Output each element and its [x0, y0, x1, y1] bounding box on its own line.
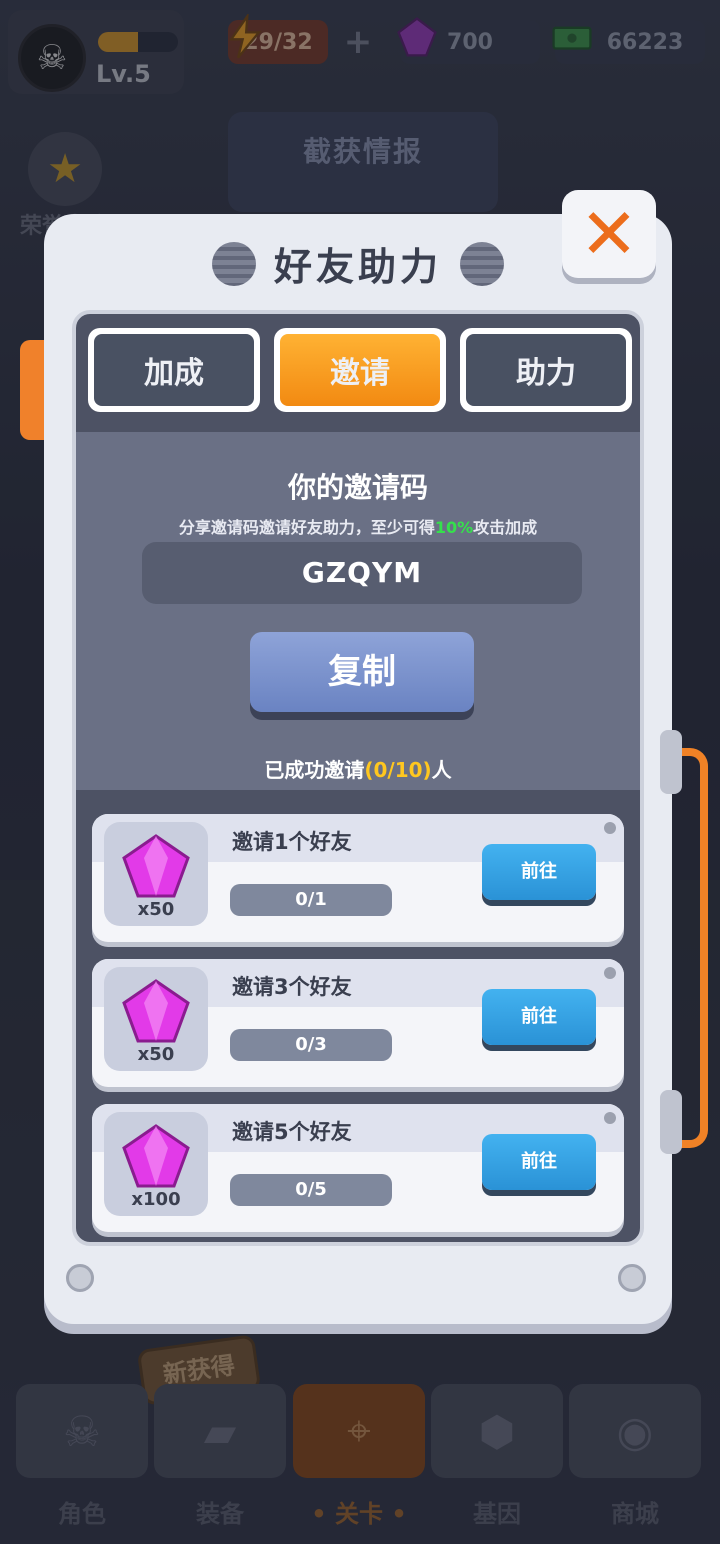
invite-code-title: 你的邀请码	[287, 471, 428, 504]
invited-suffix: 人	[431, 758, 452, 782]
task-name: 邀请3个好友	[232, 975, 352, 999]
info-dot-icon	[604, 822, 616, 834]
tab-bonus-label: 加成	[94, 334, 254, 406]
modal-content: 加成 邀请 助力 你的邀请码 分享邀请码邀请好友助力，至少可得10%攻击加成 G…	[72, 310, 644, 1246]
tab-invite[interactable]: 邀请	[274, 328, 446, 412]
screw-icon	[618, 1264, 646, 1292]
reward-quantity: x100	[131, 1189, 181, 1210]
reward-quantity: x50	[137, 899, 175, 920]
handle-knob	[660, 730, 682, 794]
info-dot-icon	[604, 967, 616, 979]
copy-button[interactable]: 复制	[250, 632, 474, 712]
reward-slot: x50	[104, 967, 208, 1071]
go-button[interactable]: 前往	[482, 844, 596, 900]
task-row: x50 邀请3个好友 0/3 前往	[92, 959, 624, 1087]
invited-prefix: 已成功邀请	[264, 758, 365, 782]
close-icon: ✕	[579, 193, 639, 275]
invited-count: 已成功邀请(0/10)人	[76, 754, 640, 783]
modal-handle	[672, 748, 708, 1148]
task-row: x100 邀请5个好友 0/5 前往	[92, 1104, 624, 1232]
close-button[interactable]: ✕	[562, 190, 656, 278]
task-progress: 0/5	[230, 1174, 392, 1206]
invite-code-section: 你的邀请码 分享邀请码邀请好友助力，至少可得10%攻击加成 GZQYM 复制 已…	[76, 432, 640, 790]
task-progress: 0/1	[230, 884, 392, 916]
task-name: 邀请5个好友	[232, 1120, 352, 1144]
reward-slot: x100	[104, 1112, 208, 1216]
task-row: x50 邀请1个好友 0/1 前往	[92, 814, 624, 942]
handle-knob	[660, 1090, 682, 1154]
pink-gem-icon	[122, 979, 190, 1043]
invited-count-value: (0/10)	[364, 758, 432, 782]
go-button[interactable]: 前往	[482, 989, 596, 1045]
invite-code-field[interactable]: GZQYM	[142, 542, 582, 604]
go-button[interactable]: 前往	[482, 1134, 596, 1190]
pink-gem-icon	[122, 1124, 190, 1188]
reward-quantity: x50	[137, 1044, 175, 1065]
tab-assist[interactable]: 助力	[460, 328, 632, 412]
invite-subtitle-suffix: 攻击加成	[473, 518, 538, 537]
task-name: 邀请1个好友	[232, 830, 352, 854]
screw-icon	[66, 1264, 94, 1292]
tab-assist-label: 助力	[466, 334, 626, 406]
tab-bar: 加成 邀请 助力	[88, 328, 632, 412]
friend-assist-modal: 好友助力 加成 邀请 助力 你的邀请码 分享邀请码邀请好友助力，至少可得10%攻…	[44, 214, 672, 1324]
reward-slot: x50	[104, 822, 208, 926]
task-progress: 0/3	[230, 1029, 392, 1061]
invite-bonus-percent: 10%	[434, 518, 474, 537]
invite-subtitle-prefix: 分享邀请码邀请好友助力，至少可得	[178, 518, 435, 537]
tab-invite-label: 邀请	[280, 334, 440, 406]
info-dot-icon	[604, 1112, 616, 1124]
pink-gem-icon	[122, 834, 190, 898]
bolt-icon	[460, 242, 504, 286]
tab-bonus[interactable]: 加成	[88, 328, 260, 412]
invite-subtitle: 分享邀请码邀请好友助力，至少可得10%攻击加成	[76, 514, 640, 538]
